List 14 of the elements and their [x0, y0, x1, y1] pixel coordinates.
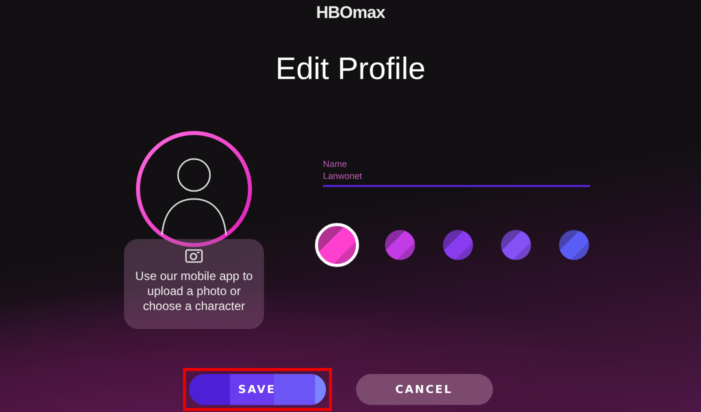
page-title: Edit Profile	[276, 50, 426, 88]
logo: HBOmax	[316, 3, 385, 23]
save-button[interactable]: SAVE	[188, 374, 326, 405]
name-input-field[interactable]: Lanwonet	[323, 171, 590, 181]
cancel-button[interactable]: CANCEL	[356, 374, 492, 405]
color-swatch[interactable]	[443, 230, 473, 260]
avatar-icon	[134, 129, 254, 249]
field-label: Name	[323, 159, 348, 169]
color-swatch[interactable]	[315, 223, 359, 267]
camera-icon	[185, 249, 203, 263]
color-swatch[interactable]	[385, 230, 415, 260]
color-swatch[interactable]	[501, 230, 531, 260]
color-swatch[interactable]	[559, 230, 589, 260]
upload-info-text: Use our mobile app to upload a photo or choose a character	[134, 269, 254, 314]
